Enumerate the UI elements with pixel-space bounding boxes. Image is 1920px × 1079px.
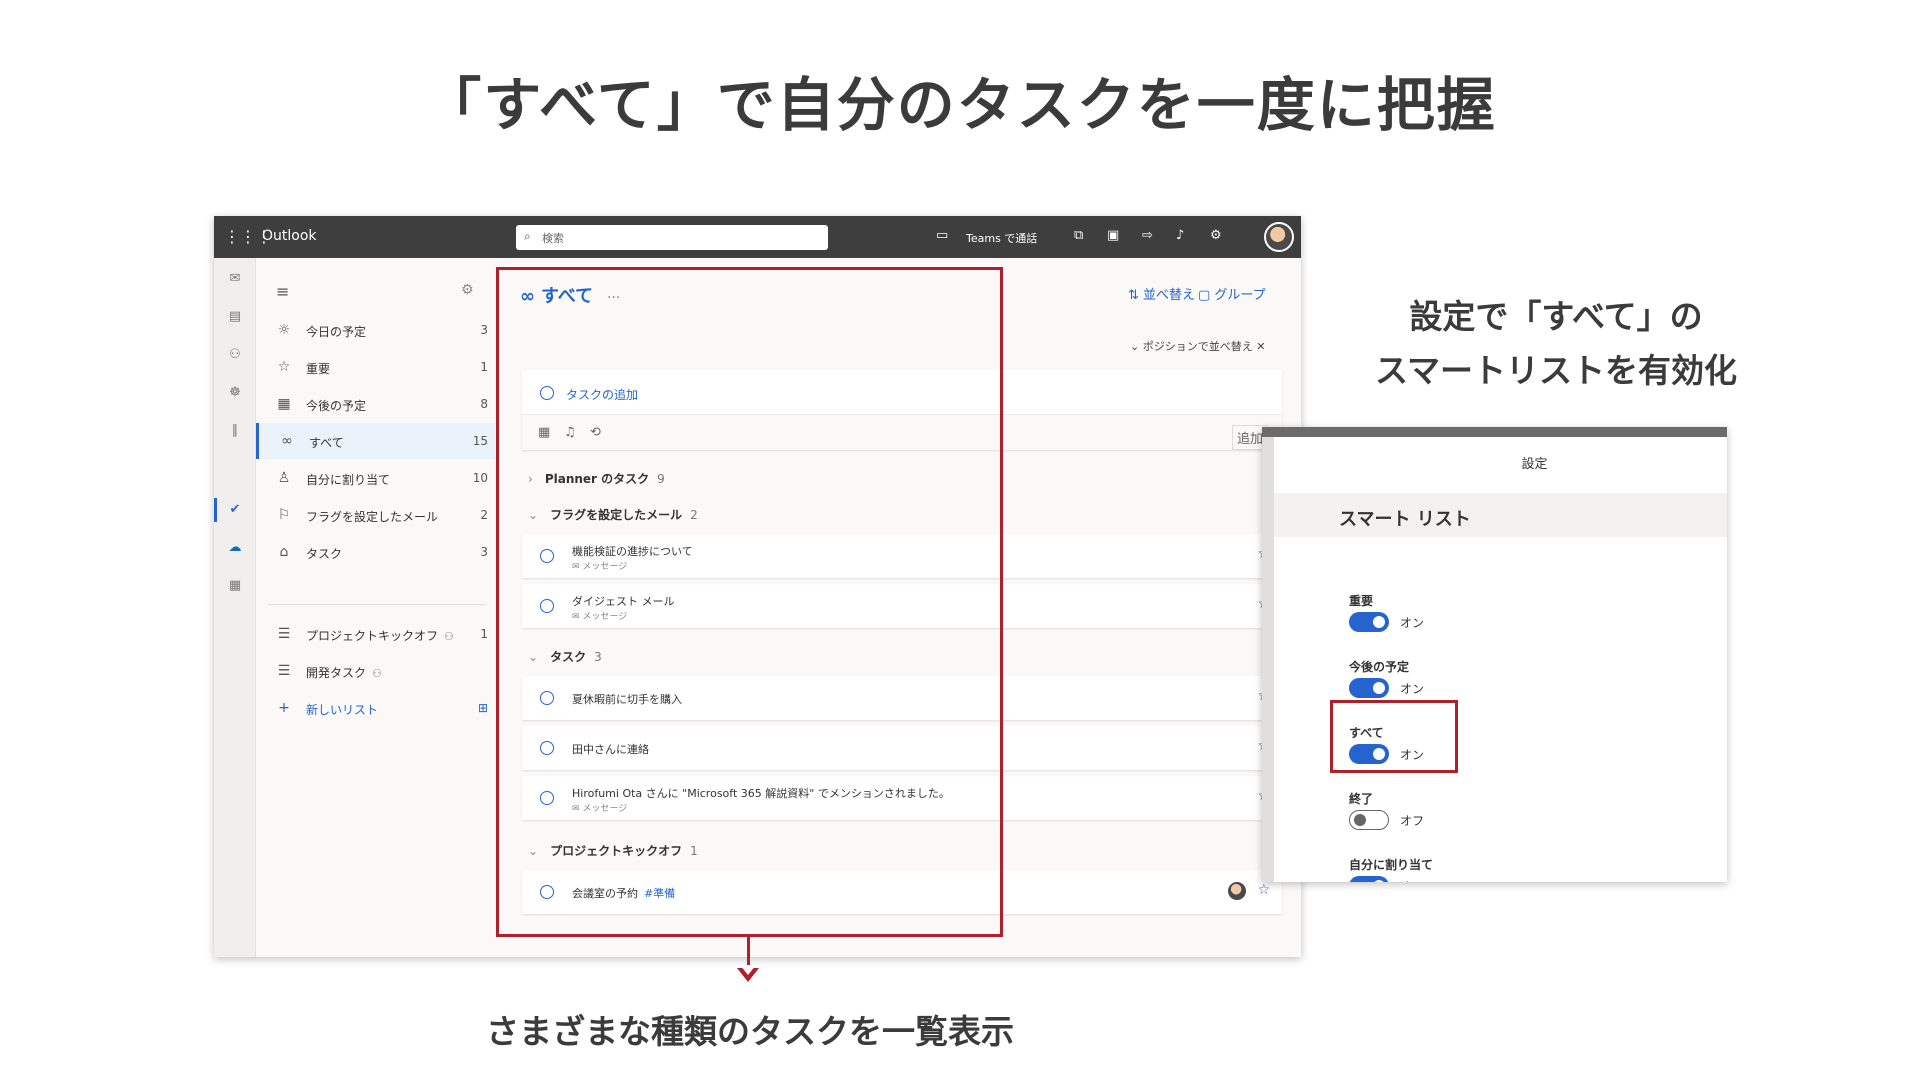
- option-label: 終了: [1349, 792, 1374, 806]
- highlight-all-list: [496, 267, 1003, 937]
- mail-icon[interactable]: ✉: [226, 270, 244, 288]
- nav-item-label: 自分に割り当て: [306, 473, 391, 487]
- toggle-assigned[interactable]: [1349, 876, 1389, 882]
- top-bar: ⋮⋮⋮ Outlook ⌕ 検索 ▭ Teams で通話 ⧉ ▣ ⇨ ♪ ⚙: [214, 216, 1301, 258]
- nav-item-label: 重要: [306, 362, 331, 376]
- option-label: 自分に割り当て: [1349, 858, 1434, 872]
- settings-panel: 設定 スマート リスト 重要 オン 今後の予定 オン すべて オン 終了 オフ …: [1262, 427, 1727, 882]
- search-icon: ⌕: [524, 229, 531, 243]
- highlight-all-toggle: [1330, 700, 1458, 773]
- slide-title: 「すべて」で自分のタスクを一度に把握: [423, 71, 1497, 139]
- option-label: 重要: [1349, 594, 1374, 608]
- shared-icon: ⚇: [372, 667, 382, 680]
- nav-item-all[interactable]: ∞ すべて 15: [256, 423, 498, 459]
- bell-icon[interactable]: ♪: [1176, 228, 1184, 243]
- sort-chip[interactable]: ⌄ ポジションで並べ替え ✕: [1130, 338, 1265, 354]
- new-group-icon[interactable]: ⊞: [478, 701, 488, 715]
- nav-item-label: タスク: [306, 547, 343, 561]
- list-icon: ☰: [277, 663, 291, 679]
- nav-item-count: 10: [472, 471, 488, 485]
- settings-title: 設定: [1521, 457, 1548, 472]
- nav-item-count: 3: [480, 545, 488, 559]
- group-button[interactable]: ▢ グループ: [1198, 284, 1266, 303]
- gear-icon[interactable]: ⚙: [1210, 228, 1222, 243]
- caption-bottom: さまざまな種類のタスクを一覧表示: [486, 1012, 1014, 1051]
- infinity-icon: ∞: [281, 433, 293, 449]
- avatar[interactable]: [1264, 222, 1294, 252]
- panel-edge: [1262, 437, 1274, 882]
- nav-item-count: 8: [480, 397, 488, 411]
- home-icon: ⌂: [279, 544, 289, 560]
- new-list-label: 新しいリスト: [306, 703, 379, 717]
- nav-item-assigned[interactable]: ♙ 自分に割り当て 10: [256, 460, 498, 496]
- todo-check-icon[interactable]: ✔: [226, 501, 244, 519]
- assignee-avatar: [1228, 882, 1246, 900]
- video-icon[interactable]: ▭: [936, 228, 948, 243]
- search-input[interactable]: ⌕ 検索: [516, 225, 828, 250]
- nav-item-label: 今後の予定: [306, 399, 367, 413]
- office-icon[interactable]: ▣: [1107, 228, 1119, 243]
- nav-item-count: 3: [480, 323, 488, 337]
- settings-icon[interactable]: ⚙: [461, 282, 474, 298]
- section-title: スマート リスト: [1339, 509, 1471, 530]
- calendar-icon[interactable]: ▤: [226, 308, 244, 326]
- onedrive-icon[interactable]: ☁: [226, 539, 244, 557]
- nav-item-label: 開発タスク ⚇: [306, 666, 382, 680]
- toggle-state: オフ: [1400, 814, 1425, 828]
- toggle-important[interactable]: [1349, 612, 1389, 632]
- hamburger-icon[interactable]: ≡: [276, 282, 289, 301]
- sort-button[interactable]: ⇅ 並べ替え: [1128, 284, 1195, 303]
- chat-icon[interactable]: ⧉: [1074, 228, 1083, 243]
- toggle-planned[interactable]: [1349, 678, 1389, 698]
- list-icon: ☰: [277, 626, 291, 642]
- nav-item-count: 1: [480, 360, 488, 374]
- new-list-button[interactable]: + 新しいリスト ⊞: [256, 690, 498, 726]
- search-placeholder: 検索: [542, 232, 564, 245]
- active-indicator: [214, 498, 217, 522]
- todo-nav: ≡ ⚙ ☼ 今日の予定 3 ☆ 重要 1 ▦ 今後の予定 8 ∞ すべて 15 …: [256, 258, 498, 957]
- nav-item-flagged[interactable]: ⚐ フラグを設定したメール 2: [256, 497, 498, 533]
- nav-item-count: 2: [480, 508, 488, 522]
- nav-item-label: すべて: [309, 436, 344, 450]
- calendar-grid-icon: ▦: [277, 396, 291, 412]
- star-icon[interactable]: ☆: [1257, 882, 1270, 898]
- caption-right: 設定で「すべて」の スマートリストを有効化: [1374, 297, 1737, 390]
- option-label: 今後の予定: [1349, 660, 1410, 674]
- nav-item-important[interactable]: ☆ 重要 1: [256, 349, 498, 385]
- nav-item-tasks[interactable]: ⌂ タスク 3: [256, 534, 498, 570]
- arrow-down-icon: [737, 965, 759, 982]
- nav-item-label: 今日の予定: [306, 325, 367, 339]
- sun-icon: ☼: [277, 322, 291, 338]
- flag-icon: ⚐: [277, 507, 291, 523]
- people-icon[interactable]: ⚇: [226, 346, 244, 364]
- nav-item-today[interactable]: ☼ 今日の予定 3: [256, 312, 498, 348]
- app-rail: ✉ ▤ ⚇ ☸ ∥ ✔ ☁ ▦: [214, 258, 256, 957]
- attach-icon[interactable]: ∥: [226, 422, 244, 440]
- app-name: Outlook: [262, 228, 317, 244]
- person-icon: ♙: [277, 470, 291, 486]
- nav-list-dev[interactable]: ☰ 開発タスク ⚇: [256, 653, 498, 689]
- nav-list-kickoff[interactable]: ☰ プロジェクトキックオフ ⚇ 1: [256, 616, 498, 652]
- nav-item-count: 1: [480, 627, 488, 641]
- toggle-completed[interactable]: [1349, 810, 1389, 830]
- nav-item-count: 15: [472, 434, 488, 448]
- teams-call-button[interactable]: Teams で通話: [966, 230, 1037, 246]
- apps-icon[interactable]: ▦: [226, 577, 244, 595]
- star-icon: ☆: [277, 359, 291, 375]
- waffle-icon[interactable]: ⋮⋮⋮: [224, 228, 272, 246]
- nav-divider: [268, 604, 486, 605]
- nav-item-label: プロジェクトキックオフ ⚇: [306, 629, 454, 643]
- groups-icon[interactable]: ☸: [226, 384, 244, 402]
- smart-list-section: スマート リスト: [1274, 493, 1727, 537]
- toggle-state: オン: [1400, 682, 1425, 696]
- toggle-state: オン: [1400, 616, 1425, 630]
- nav-item-planned[interactable]: ▦ 今後の予定 8: [256, 386, 498, 422]
- plus-icon: +: [278, 700, 290, 716]
- toggle-state: オン: [1400, 878, 1424, 882]
- shared-icon: ⚇: [444, 630, 454, 643]
- share-icon[interactable]: ⇨: [1142, 228, 1153, 243]
- nav-item-label: フラグを設定したメール: [306, 510, 439, 524]
